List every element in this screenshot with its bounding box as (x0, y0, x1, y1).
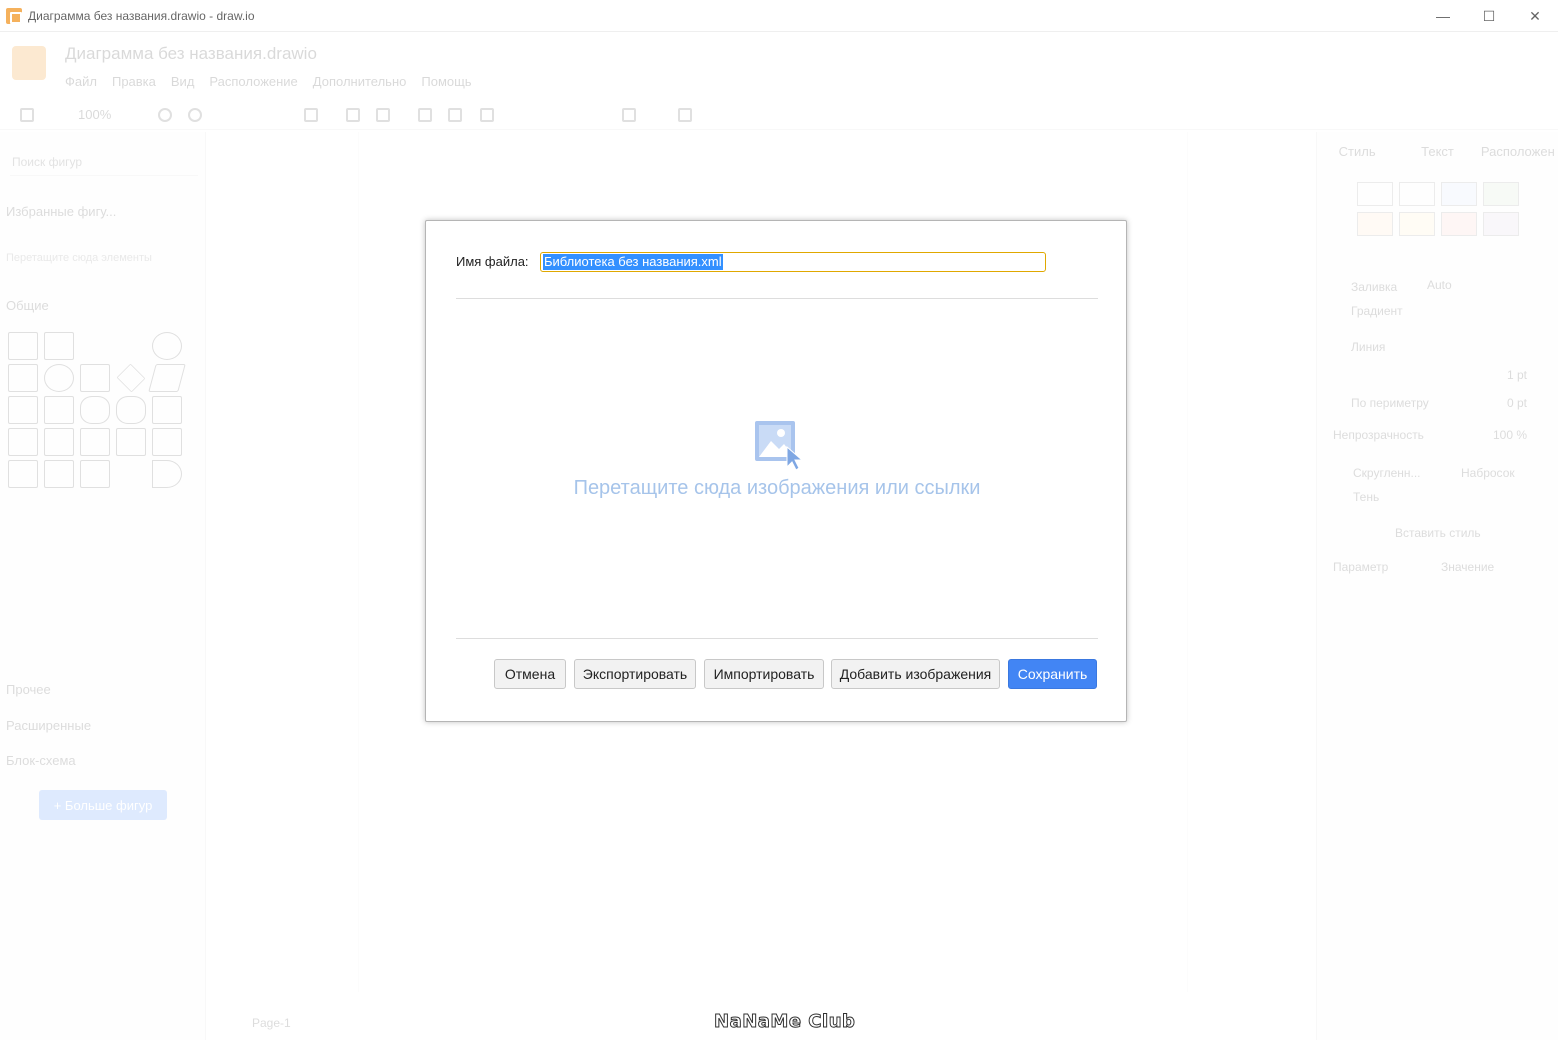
library-save-dialog: Имя файла: Библиотека без названия.xml П… (425, 220, 1127, 722)
drop-images-icon (755, 421, 804, 471)
filename-selected-text: Библиотека без названия.xml (543, 254, 723, 270)
save-button[interactable]: Сохранить (1008, 659, 1097, 689)
filename-label: Имя файла: (456, 254, 529, 269)
add-images-button[interactable]: Добавить изображения (831, 659, 1000, 689)
image-drop-zone[interactable]: Перетащите сюда изображения или ссылки (456, 299, 1098, 637)
cancel-button[interactable]: Отмена (494, 659, 566, 689)
import-button[interactable]: Импортировать (704, 659, 824, 689)
export-button[interactable]: Экспортировать (574, 659, 696, 689)
bottom-divider (456, 638, 1098, 639)
watermark-logo: NaNaMe Club (713, 1011, 856, 1033)
drop-zone-text: Перетащите сюда изображения или ссылки (573, 477, 981, 499)
